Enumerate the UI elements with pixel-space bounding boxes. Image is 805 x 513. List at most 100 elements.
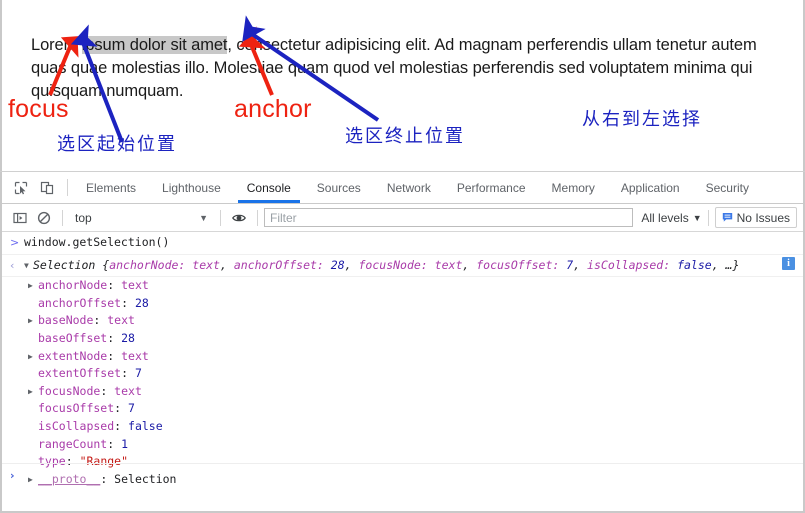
property-row-focusNode[interactable]: ▶ focusNode: text: [2, 383, 803, 401]
annotation-selection-end-label: 选区终止位置: [345, 126, 465, 147]
tab-performance[interactable]: Performance: [444, 172, 539, 203]
issues-button[interactable]: No Issues: [714, 207, 797, 228]
lorem-paragraph[interactable]: Lorem ipsum dolor sit amet, consectetur …: [31, 34, 773, 103]
selection-properties-list: ▶ anchorNode: text anchorOffset: 28 ▶ baseN…: [2, 277, 803, 488]
inspect-element-icon[interactable]: [8, 172, 34, 203]
rendered-page-region: Lorem ipsum dolor sit amet, consectetur …: [0, 0, 805, 172]
toolbar-divider: [67, 179, 68, 196]
property-value: 7: [134, 366, 142, 381]
property-separator: :: [93, 313, 108, 328]
comma: ,: [344, 257, 359, 272]
selected-text: ipsum dolor sit amet: [81, 35, 228, 54]
property-value: 1: [121, 436, 129, 451]
summary-value-1: 28: [330, 257, 345, 272]
property-separator: :: [121, 295, 135, 310]
property-key: extentNode: [38, 348, 108, 363]
selection-object-summary: Selection {anchorNode: text, anchorOffse…: [33, 257, 739, 275]
comma: ,: [219, 257, 234, 272]
device-toolbar-icon[interactable]: [34, 172, 60, 203]
property-key: rangeCount: [38, 436, 108, 451]
comma: ,: [462, 257, 477, 272]
property-separator: :: [121, 366, 135, 381]
issues-bubble-icon: [722, 213, 732, 222]
property-value: text: [121, 278, 149, 293]
property-row-anchorNode[interactable]: ▶ anchorNode: text: [2, 277, 803, 295]
property-key: focusOffset: [38, 401, 115, 416]
summary-value-0: text: [192, 257, 220, 272]
info-icon[interactable]: i: [782, 256, 795, 270]
property-value: 28: [134, 295, 149, 310]
property-row-extentOffset[interactable]: extentOffset: 7: [2, 365, 803, 383]
annotation-focus-label: focus: [8, 95, 69, 123]
chevron-down-icon: ▼: [692, 212, 702, 223]
property-row-isCollapsed[interactable]: isCollapsed: false: [2, 418, 803, 436]
property-row-focusOffset[interactable]: focusOffset: 7: [2, 400, 803, 418]
property-row-rangeCount[interactable]: rangeCount: 1: [2, 436, 803, 454]
execution-context-select[interactable]: top ▼: [69, 211, 214, 225]
brace-close: }: [732, 257, 740, 272]
expand-triangle-icon[interactable]: ▶: [28, 348, 37, 366]
expand-triangle-icon[interactable]: ▼: [24, 257, 33, 275]
property-row-baseNode[interactable]: ▶ baseNode: text: [2, 312, 803, 330]
issues-label: No Issues: [736, 210, 790, 225]
live-expression-eye-icon[interactable]: [227, 206, 251, 230]
tab-sources[interactable]: Sources: [304, 172, 374, 203]
property-row-extentNode[interactable]: ▶ extentNode: text: [2, 348, 803, 366]
console-result-row[interactable]: ‹ ▼ Selection {anchorNode: text, anchorO…: [2, 255, 803, 278]
property-separator: :: [107, 278, 122, 293]
property-separator: :: [107, 330, 122, 345]
paragraph-text-0: Lorem: [31, 35, 82, 54]
property-key: baseNode: [38, 313, 94, 328]
annotation-anchor-label: anchor: [234, 95, 312, 123]
annotation-selection-start-label: 选区起始位置: [57, 134, 177, 155]
clear-console-icon[interactable]: [32, 206, 56, 230]
log-levels-select[interactable]: All levels ▼: [641, 211, 701, 225]
property-key: focusNode: [38, 383, 101, 398]
summary-key-2: focusNode:: [358, 257, 435, 272]
console-toolbar: top ▼ All levels ▼ No Issues: [2, 204, 803, 232]
property-value: 28: [121, 330, 135, 345]
property-value: 7: [128, 401, 135, 416]
annotation-direction-label: 从右到左选择: [582, 109, 702, 130]
property-separator: :: [114, 401, 129, 416]
console-filter-input[interactable]: [264, 208, 634, 227]
property-value: text: [121, 348, 149, 363]
console-toolbar-divider-1: [62, 209, 63, 226]
property-value: text: [107, 313, 135, 328]
property-key: isCollapsed: [38, 418, 115, 433]
property-key: extentOffset: [38, 366, 122, 381]
expand-triangle-icon[interactable]: ▶: [28, 312, 37, 330]
tab-lighthouse[interactable]: Lighthouse: [149, 172, 234, 203]
chevron-down-icon: ▼: [199, 212, 208, 223]
tab-elements[interactable]: Elements: [73, 172, 149, 203]
console-input-gutter-icon: >: [10, 236, 20, 249]
console-output-gutter-icon: ‹: [10, 258, 15, 272]
console-toolbar-divider-2: [220, 209, 221, 226]
property-separator: :: [100, 383, 115, 398]
comma: ,: [573, 257, 588, 272]
summary-key-3: focusOffset:: [476, 257, 567, 272]
summary-key-1: anchorOffset:: [233, 257, 331, 272]
summary-key-0: anchorNode:: [109, 257, 193, 272]
tab-console[interactable]: Console: [234, 172, 304, 203]
tab-memory[interactable]: Memory: [539, 172, 608, 203]
summary-value-2: text: [434, 257, 463, 272]
tab-network[interactable]: Network: [374, 172, 444, 203]
tab-security[interactable]: Security: [693, 172, 762, 203]
property-value: text: [114, 383, 142, 398]
console-command-row[interactable]: > window.getSelection(): [2, 232, 803, 255]
expand-triangle-icon[interactable]: ▶: [28, 277, 37, 295]
console-output: > window.getSelection() ‹ ▼ Selection {a…: [2, 232, 803, 488]
expand-triangle-icon[interactable]: ▶: [28, 383, 37, 401]
console-command-text: window.getSelection(): [24, 235, 170, 249]
property-row-anchorOffset[interactable]: anchorOffset: 28: [2, 295, 803, 313]
console-sidebar-icon[interactable]: [8, 206, 32, 230]
property-row-baseOffset[interactable]: baseOffset: 28: [2, 330, 803, 348]
tab-application[interactable]: Application: [608, 172, 693, 203]
console-prompt[interactable]: ›: [2, 463, 803, 486]
